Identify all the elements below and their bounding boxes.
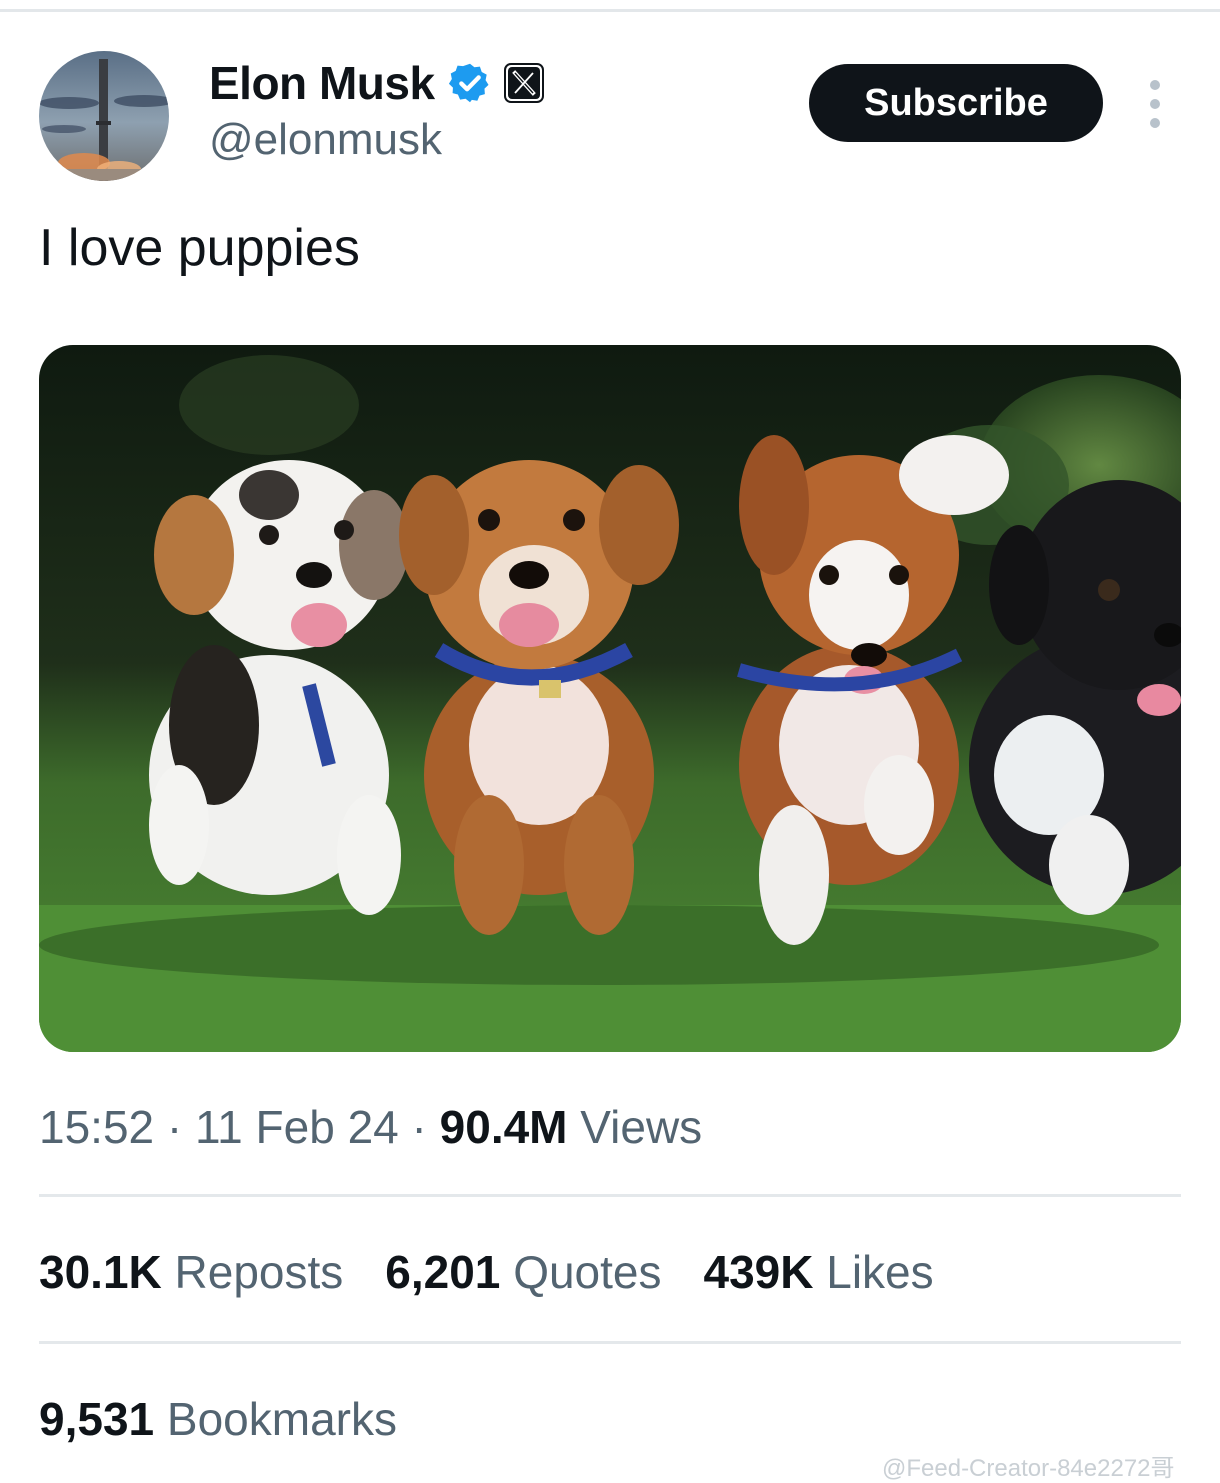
- more-options-icon[interactable]: [1140, 80, 1170, 128]
- views-label: Views: [580, 1101, 703, 1153]
- watermark: @Feed-Creator-84e2272哥: [882, 1455, 1175, 1482]
- top-divider: [0, 9, 1220, 12]
- verified-badge-icon[interactable]: [448, 61, 492, 105]
- divider: [39, 1194, 1181, 1197]
- meta-separator: ·: [166, 1101, 183, 1153]
- divider: [39, 1341, 1181, 1344]
- avatar[interactable]: [39, 51, 169, 181]
- reposts-count: 30.1K: [39, 1246, 162, 1298]
- views-count: 90.4M: [439, 1101, 568, 1153]
- quotes-label: Quotes: [513, 1246, 662, 1298]
- quotes-count: 6,201: [385, 1246, 501, 1298]
- author-handle[interactable]: @elonmusk: [209, 115, 442, 165]
- bookmarks-label: Bookmarks: [166, 1393, 397, 1445]
- more-dot: [1150, 99, 1160, 109]
- likes-count: 439K: [703, 1246, 814, 1298]
- likes-label: Likes: [826, 1246, 934, 1298]
- more-dot: [1150, 80, 1160, 90]
- author-row: Elon Musk: [209, 55, 544, 111]
- subscribe-button[interactable]: Subscribe: [809, 64, 1103, 142]
- more-dot: [1150, 118, 1160, 128]
- reposts-label: Reposts: [174, 1246, 344, 1298]
- tweet-meta: 15:52 · 11 Feb 24 · 90.4M Views: [39, 1100, 702, 1154]
- likes-stat[interactable]: 439K Likes: [704, 1245, 934, 1299]
- x-logo-badge-icon: [503, 63, 544, 103]
- tweet-media-image[interactable]: [39, 345, 1181, 1052]
- meta-separator: ·: [411, 1101, 427, 1153]
- quotes-stat[interactable]: 6,201 Quotes: [385, 1245, 661, 1299]
- engagement-stats: 30.1K Reposts 6,201 Quotes 439K Likes: [39, 1245, 976, 1299]
- reposts-stat[interactable]: 30.1K Reposts: [39, 1245, 343, 1299]
- bookmarks-stat[interactable]: 9,531 Bookmarks: [39, 1392, 397, 1446]
- author-name[interactable]: Elon Musk: [209, 56, 435, 110]
- tweet-date[interactable]: 11 Feb 24: [195, 1101, 399, 1153]
- bookmarks-count: 9,531: [39, 1393, 155, 1445]
- tweet-text: I love puppies: [39, 219, 360, 277]
- tweet-time[interactable]: 15:52: [39, 1101, 154, 1153]
